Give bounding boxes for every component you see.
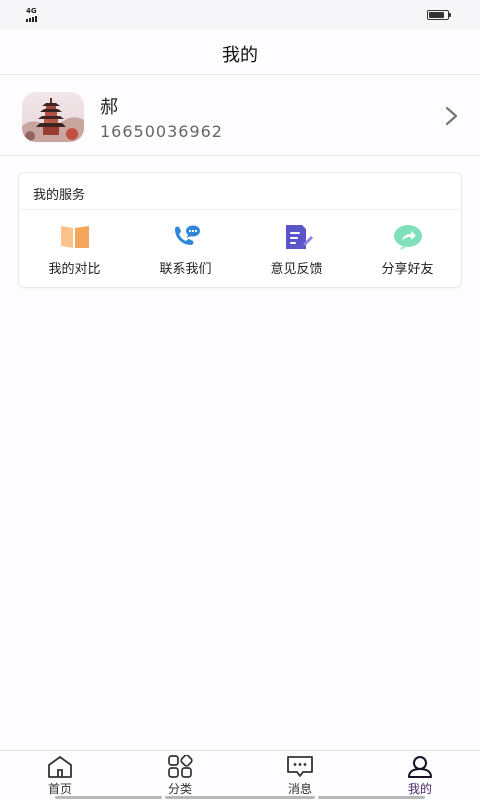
service-label: 意见反馈 [270, 262, 323, 277]
signal-indicator: 4G [26, 8, 46, 22]
share-icon [391, 223, 425, 251]
feedback-edit-icon [280, 223, 314, 251]
nav-item-mine[interactable]: 我的 [360, 751, 480, 800]
nav-label: 消息 [287, 782, 312, 796]
nav-label: 首页 [47, 782, 72, 796]
message-icon [286, 755, 314, 779]
profile-row[interactable]: 郝 16650036962 [0, 76, 480, 156]
service-label: 联系我们 [159, 262, 212, 277]
service-my-compare[interactable]: 我的对比 [19, 223, 130, 279]
bottom-nav: 首页 分类 消息 我的 [0, 750, 480, 800]
service-contact-us[interactable]: 联系我们 [130, 223, 241, 279]
avatar [22, 92, 84, 142]
nav-item-home[interactable]: 首页 [0, 751, 120, 800]
page-title: 我的 [222, 45, 258, 66]
network-type: 4G [26, 7, 37, 15]
gesture-bar [318, 796, 425, 799]
gesture-bar [55, 796, 162, 799]
nav-label: 分类 [167, 782, 192, 796]
service-feedback[interactable]: 意见反馈 [241, 223, 352, 279]
user-phone: 16650036962 [100, 122, 223, 141]
profile-icon [406, 755, 434, 779]
service-label: 我的对比 [48, 262, 101, 277]
nav-label: 我的 [407, 782, 432, 796]
page-header: 我的 [0, 30, 480, 75]
status-bar: 4G [0, 0, 480, 30]
category-grid-icon [166, 754, 194, 779]
chevron-right-icon [442, 105, 462, 127]
compare-icon [58, 223, 92, 251]
service-share[interactable]: 分享好友 [352, 223, 463, 279]
service-label: 分享好友 [381, 262, 434, 277]
card-divider [19, 209, 461, 210]
nav-item-messages[interactable]: 消息 [240, 751, 360, 800]
user-name: 郝 [100, 97, 118, 118]
battery-fill [429, 12, 445, 18]
gesture-bar [165, 796, 315, 799]
home-icon [46, 755, 74, 779]
battery-icon [427, 10, 451, 20]
services-title: 我的服务 [33, 188, 86, 203]
services-card: 我的服务 我的对比 联系我们 意见反馈 分享好友 [18, 172, 462, 288]
signal-icon [26, 16, 37, 22]
nav-item-category[interactable]: 分类 [120, 751, 240, 800]
phone-chat-icon [169, 223, 203, 251]
